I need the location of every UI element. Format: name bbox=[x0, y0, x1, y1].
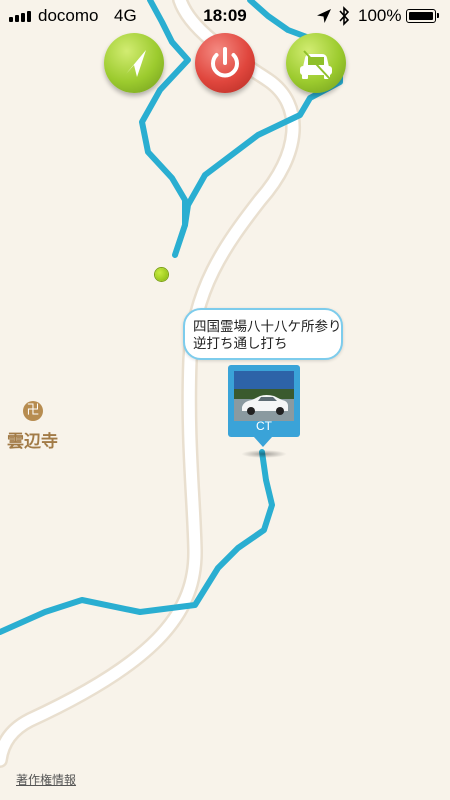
photo-pin-shadow bbox=[241, 450, 287, 458]
battery-percent: 100% bbox=[358, 6, 402, 25]
callout-bubble[interactable]: 四国霊場八十八ケ所参り 逆打ち通し打ち bbox=[183, 308, 343, 360]
callout-line-1: 四国霊場八十八ケ所参り bbox=[193, 319, 342, 334]
navigate-button[interactable] bbox=[104, 33, 164, 93]
photo-pin-label: CT bbox=[256, 419, 272, 433]
car-icon bbox=[300, 50, 332, 80]
bluetooth-icon bbox=[339, 6, 350, 26]
compass-arrow-icon bbox=[126, 50, 146, 77]
power-button[interactable] bbox=[195, 33, 255, 93]
attribution-link[interactable]: 著作権情報 bbox=[16, 771, 76, 788]
current-location-dot bbox=[155, 268, 168, 281]
callout-line-2: 逆打ち通し打ち bbox=[193, 336, 288, 351]
location-arrow-icon bbox=[317, 9, 331, 23]
car-photo bbox=[234, 371, 294, 421]
callout-text: 四国霊場八十八ケ所参り 逆打ち通し打ち bbox=[193, 318, 342, 352]
power-icon bbox=[211, 47, 239, 78]
drive-mode-button[interactable] bbox=[286, 33, 346, 93]
battery-level bbox=[409, 12, 433, 20]
temple-name[interactable]: 雲辺寺 bbox=[7, 427, 58, 452]
photo-pin[interactable]: CT bbox=[228, 365, 300, 437]
battery-icon bbox=[406, 9, 439, 23]
temple-icon[interactable]: 卍 bbox=[23, 401, 43, 421]
status-bar: docomo 4G 18:09 100% bbox=[0, 0, 450, 32]
photo-pin-tail bbox=[254, 437, 272, 447]
map-view[interactable] bbox=[0, 0, 450, 800]
